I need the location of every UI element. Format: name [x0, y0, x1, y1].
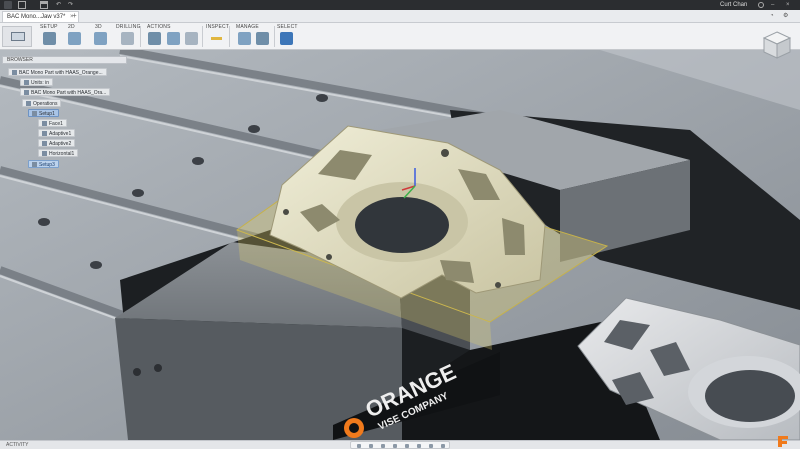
adaptive-op-icon: [42, 131, 47, 137]
toolbar-divider: [140, 26, 141, 47]
save-icon[interactable]: [40, 1, 48, 9]
3d-toolpath-icon[interactable]: [94, 32, 107, 45]
document-tab[interactable]: BAC Mono...Jaw v37* ×: [2, 11, 79, 22]
face-op-icon: [42, 121, 47, 127]
cam-workspace-icon: [11, 32, 25, 41]
viewports-icon[interactable]: [441, 444, 445, 448]
look-at-icon[interactable]: [369, 444, 373, 448]
tree-node-setup1[interactable]: Setup1: [28, 109, 59, 117]
toolbar-divider: [274, 26, 275, 47]
2d-toolpath-icon[interactable]: [68, 32, 81, 45]
display-settings-icon[interactable]: [417, 444, 421, 448]
new-setup-tool-icon[interactable]: [43, 32, 56, 45]
document-tab-bar: BAC Mono...Jaw v37* × + ◔ ⚙: [0, 10, 800, 23]
tree-node-document[interactable]: BAC Mono Part with HAAS_Orange...: [8, 68, 107, 76]
app-menu-icon[interactable]: [4, 1, 12, 9]
document-tab-label: BAC Mono...Jaw v37*: [7, 14, 66, 20]
component-icon: [24, 90, 29, 96]
tree-node-component[interactable]: BAC Mono Part with HAAS_Ora...: [20, 88, 111, 96]
viewcube-icon[interactable]: [762, 30, 792, 60]
tree-node-adaptive1[interactable]: Adaptive1: [38, 129, 76, 137]
data-panel-icon[interactable]: [18, 1, 26, 9]
group-label-manage: MANAGE: [236, 24, 259, 30]
drill-icon[interactable]: [121, 32, 134, 45]
operations-icon: [26, 101, 31, 107]
group-label-inspect: INSPECT: [206, 24, 230, 30]
user-name[interactable]: Curt Chan: [720, 1, 747, 9]
tool-library-icon[interactable]: [238, 32, 251, 45]
document-icon: [12, 70, 17, 76]
setup-icon: [32, 162, 37, 168]
units-icon: [24, 80, 29, 86]
ribbon-toolbar: SETUP 2D 3D DRILLING ACTIONS INSPECT MAN…: [0, 23, 800, 50]
setup-icon: [32, 111, 37, 117]
group-label-actions: ACTIONS: [147, 24, 171, 30]
browser-panel: BROWSER BAC Mono Part with HAAS_Orange..…: [2, 56, 127, 171]
zoom-icon[interactable]: [393, 444, 397, 448]
group-label-setup: SETUP: [40, 24, 58, 30]
tree-node-operations[interactable]: Operations: [22, 99, 62, 107]
toolbar-divider: [202, 26, 203, 47]
measure-icon[interactable]: [210, 32, 223, 45]
undo-icon[interactable]: ↶: [56, 1, 64, 9]
pan-icon[interactable]: [381, 444, 385, 448]
navigation-toolbar: [350, 441, 450, 449]
redo-icon[interactable]: ↷: [68, 1, 76, 9]
tree-node-units[interactable]: Units: in: [20, 78, 54, 86]
fit-icon[interactable]: [405, 444, 409, 448]
select-icon[interactable]: [280, 32, 293, 45]
tree-node-horizontal1[interactable]: Horizontal1: [38, 149, 79, 157]
tree-node-face1[interactable]: Face1: [38, 119, 67, 127]
notification-icon[interactable]: ◔: [770, 12, 774, 21]
workspace-switcher-button[interactable]: [2, 26, 32, 47]
grid-settings-icon[interactable]: [429, 444, 433, 448]
adaptive-op-icon: [42, 141, 47, 147]
group-label-select: SELECT: [277, 24, 298, 30]
group-label-3d: 3D: [95, 24, 102, 30]
toolbar-divider: [229, 26, 230, 47]
orbit-icon[interactable]: [357, 444, 361, 448]
browser-title: BROWSER: [7, 57, 33, 63]
horizontal-op-icon: [42, 151, 47, 157]
fusion-logo-icon: [778, 436, 788, 447]
help-icon[interactable]: [758, 2, 764, 8]
tree-node-adaptive2[interactable]: Adaptive2: [38, 139, 76, 147]
tree-node-setup3[interactable]: Setup3: [28, 160, 59, 168]
setup-sheet-icon[interactable]: [185, 32, 198, 45]
simulate-icon[interactable]: [148, 32, 161, 45]
title-bar: ↶ ↷ Curt Chan – ×: [0, 0, 800, 10]
activity-label[interactable]: ACTIVITY: [6, 442, 29, 449]
template-library-icon[interactable]: [256, 32, 269, 45]
status-bar: ACTIVITY: [0, 440, 800, 449]
browser-header[interactable]: BROWSER: [2, 56, 127, 64]
post-process-icon[interactable]: [167, 32, 180, 45]
group-label-2d: 2D: [68, 24, 75, 30]
minimize-icon[interactable]: –: [771, 1, 774, 9]
fusion-app-window: ↶ ↷ Curt Chan – × BAC Mono...Jaw v37* × …: [0, 0, 800, 449]
close-icon[interactable]: ×: [786, 1, 790, 9]
group-label-drilling: DRILLING: [116, 24, 141, 30]
new-tab-icon[interactable]: +: [72, 11, 77, 21]
settings-icon[interactable]: ⚙: [783, 12, 788, 21]
